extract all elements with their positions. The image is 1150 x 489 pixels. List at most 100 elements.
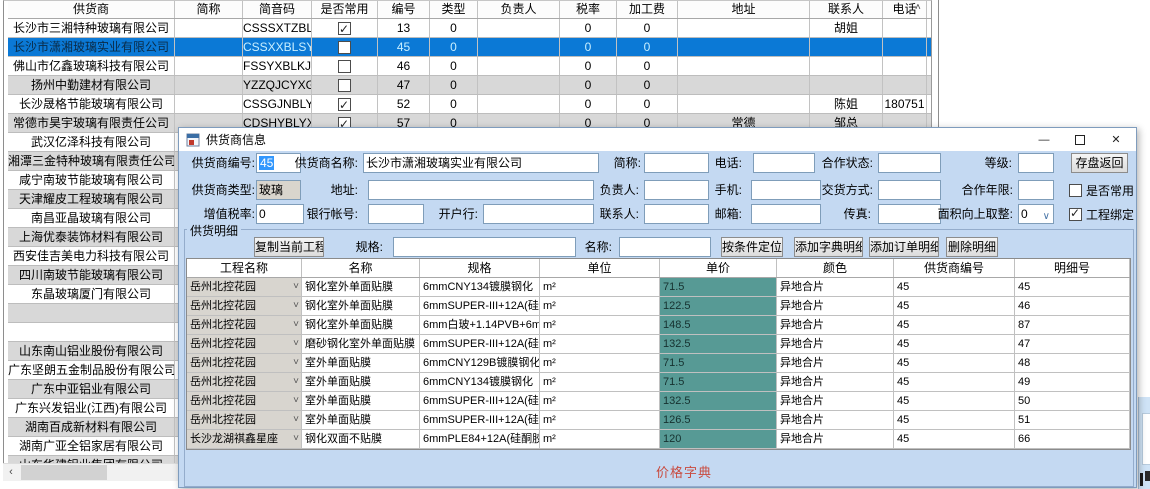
delivery-input[interactable]	[878, 180, 941, 200]
detail-row[interactable]: 岳州北控花园˅ 室外单面贴膜 6mmSUPER-III+12A(硅... m² …	[187, 392, 1130, 411]
column-header[interactable]: 负责人	[478, 1, 560, 18]
maximize-button[interactable]	[1062, 128, 1098, 151]
vat-input[interactable]: 0	[256, 204, 304, 224]
project-combo[interactable]: 岳州北控花园˅	[187, 411, 302, 429]
project-bind-checkbox[interactable]: 工程绑定	[1069, 204, 1134, 224]
detail-column-header[interactable]: 规格	[420, 259, 540, 277]
detail-row[interactable]: 岳州北控花园˅ 室外单面贴膜 6mmCNY134镀膜钢化 m² 71.5 异地合…	[187, 373, 1130, 392]
minimize-button[interactable]: —	[1026, 128, 1062, 151]
project-combo[interactable]: 岳州北控花园˅	[187, 392, 302, 410]
column-header[interactable]: 供货商	[8, 1, 175, 18]
copy-current-project-button[interactable]: 复制当前工程	[254, 237, 324, 257]
column-header[interactable]: 地址	[678, 1, 810, 18]
supplier-row[interactable]: 佛山市亿鑫玻璃科技有限公司 FSSYXBLKJ.. 46 0 0 0	[8, 57, 931, 76]
column-header[interactable]: 联系人	[810, 1, 883, 18]
supplier-type-input[interactable]: 玻璃	[256, 180, 301, 200]
supplier-row[interactable]: 长沙晟格节能玻璃有限公司 CSSGJNBLYXGS 52 0 0 0 陈姐 18…	[8, 95, 931, 114]
coop-status-input[interactable]	[878, 153, 941, 173]
detail-column-header[interactable]: 供货商编号	[894, 259, 1015, 277]
add-order-detail-button[interactable]: 添加订单明细	[869, 237, 939, 257]
detail-supplier-no-cell: 45	[894, 297, 1015, 315]
locate-by-condition-button[interactable]: 按条件定位	[721, 237, 783, 257]
scrollbar-thumb[interactable]	[21, 465, 107, 480]
common-checkbox[interactable]	[338, 98, 351, 111]
address-cell	[678, 19, 810, 37]
horizontal-scrollbar[interactable]: ‹	[3, 463, 178, 481]
detail-price-cell[interactable]: 126.5	[660, 411, 777, 429]
chevron-down-icon: ˅	[293, 335, 299, 353]
chevron-down-icon: ∨	[1043, 208, 1050, 224]
detail-row[interactable]: 岳州北控花园˅ 钢化室外单面贴膜 6mm白玻+1.14PVB+6mm... m²…	[187, 316, 1130, 335]
abbr-input[interactable]	[644, 153, 709, 173]
detail-column-header[interactable]: 工程名称	[187, 259, 302, 277]
spec-filter-input[interactable]	[393, 237, 576, 257]
column-header[interactable]: 税率	[560, 1, 617, 18]
address-input[interactable]	[368, 180, 594, 200]
name-filter-input[interactable]	[619, 237, 711, 257]
bank-input[interactable]	[483, 204, 594, 224]
close-button[interactable]: ✕	[1098, 128, 1134, 151]
project-combo[interactable]: 岳州北控花园˅	[187, 316, 302, 334]
price-dictionary-link[interactable]: 价格字典	[656, 462, 712, 481]
round-up-select[interactable]: 0∨	[1018, 204, 1054, 224]
detail-price-cell[interactable]: 148.5	[660, 316, 777, 334]
detail-row[interactable]: 长沙龙湖祺鑫星座˅ 钢化双面不贴膜 6mmPLE84+12A(硅酮胶... m²…	[187, 430, 1130, 449]
detail-price-cell[interactable]: 71.5	[660, 354, 777, 372]
project-combo[interactable]: 长沙龙湖祺鑫星座˅	[187, 430, 302, 448]
scrollbar-up-arrow-icon[interactable]: ˄	[915, 2, 921, 13]
coop-years-input[interactable]	[1018, 180, 1054, 200]
dialog-titlebar[interactable]: 供货商信息 — ✕	[179, 128, 1136, 151]
detail-spec-cell: 6mmCNY134镀膜钢化	[420, 373, 540, 391]
column-header[interactable]: 编号	[378, 1, 430, 18]
scroll-left-arrow-icon[interactable]: ‹	[3, 465, 19, 480]
tax-cell: 0	[560, 38, 617, 56]
mobile-input[interactable]	[751, 180, 821, 200]
phone-input[interactable]	[753, 153, 815, 173]
project-combo[interactable]: 岳州北控花园˅	[187, 278, 302, 296]
detail-row[interactable]: 岳州北控花园˅ 磨砂钢化室外单面贴膜 6mmSUPER-III+12A(硅...…	[187, 335, 1130, 354]
delete-detail-button[interactable]: 删除明细	[946, 237, 998, 257]
column-header[interactable]: 类型	[430, 1, 478, 18]
supplier-row[interactable]: 扬州中勤建材有限公司 YZZQJCYXGS 47 0 0 0	[8, 76, 931, 95]
project-combo[interactable]: 岳州北控花园˅	[187, 335, 302, 353]
detail-column-header[interactable]: 单位	[540, 259, 660, 277]
column-header[interactable]: 简称	[175, 1, 243, 18]
detail-unit-cell: m²	[540, 278, 660, 296]
supplier-row[interactable]: 长沙市潇湘玻璃实业有限公司 CSSXXBLSY.. 45 0 0 0	[8, 38, 931, 57]
detail-column-header[interactable]: 单价	[660, 259, 777, 277]
contact-input[interactable]	[644, 204, 709, 224]
column-header[interactable]: 简音码	[243, 1, 312, 18]
common-checkbox[interactable]	[338, 60, 351, 73]
project-combo[interactable]: 岳州北控花园˅	[187, 373, 302, 391]
detail-column-header[interactable]: 名称	[302, 259, 420, 277]
detail-price-cell[interactable]: 71.5	[660, 278, 777, 296]
detail-column-header[interactable]: 颜色	[777, 259, 894, 277]
detail-column-header[interactable]: 明细号	[1015, 259, 1130, 277]
save-return-button[interactable]: 存盘返回	[1071, 153, 1128, 173]
grade-input[interactable]	[1018, 153, 1054, 173]
manager-input[interactable]	[644, 180, 709, 200]
common-checkbox[interactable]	[338, 41, 351, 54]
detail-price-cell[interactable]: 132.5	[660, 335, 777, 353]
bank-account-input[interactable]	[368, 204, 424, 224]
email-input[interactable]	[751, 204, 821, 224]
common-checkbox[interactable]	[338, 22, 351, 35]
detail-row[interactable]: 岳州北控花园˅ 室外单面贴膜 6mmCNY129B镀膜钢化 m² 71.5 异地…	[187, 354, 1130, 373]
project-combo[interactable]: 岳州北控花园˅	[187, 297, 302, 315]
project-combo[interactable]: 岳州北控花园˅	[187, 354, 302, 372]
add-dict-detail-button[interactable]: 添加字典明细	[794, 237, 863, 257]
common-use-checkbox[interactable]: 是否常用	[1069, 180, 1134, 200]
supplier-code-cell: CSSGJNBLYXGS	[243, 95, 312, 113]
detail-row[interactable]: 岳州北控花园˅ 室外单面贴膜 6mmSUPER-III+12A(硅... m² …	[187, 411, 1130, 430]
detail-row[interactable]: 岳州北控花园˅ 钢化室外单面贴膜 6mmSUPER-III+12A(硅... m…	[187, 297, 1130, 316]
detail-price-cell[interactable]: 120	[660, 430, 777, 448]
detail-price-cell[interactable]: 71.5	[660, 373, 777, 391]
detail-price-cell[interactable]: 122.5	[660, 297, 777, 315]
column-header[interactable]: 是否常用	[312, 1, 378, 18]
detail-price-cell[interactable]: 132.5	[660, 392, 777, 410]
detail-row[interactable]: 岳州北控花园˅ 钢化室外单面贴膜 6mmCNY134镀膜钢化 m² 71.5 异…	[187, 278, 1130, 297]
common-checkbox[interactable]	[338, 79, 351, 92]
supplier-name-input[interactable]: 长沙市潇湘玻璃实业有限公司	[363, 153, 599, 173]
column-header[interactable]: 加工费	[617, 1, 678, 18]
supplier-row[interactable]: 长沙市三湘特种玻璃有限公司 CSSSXTZBL.. 13 0 0 0 胡姐	[8, 19, 931, 38]
